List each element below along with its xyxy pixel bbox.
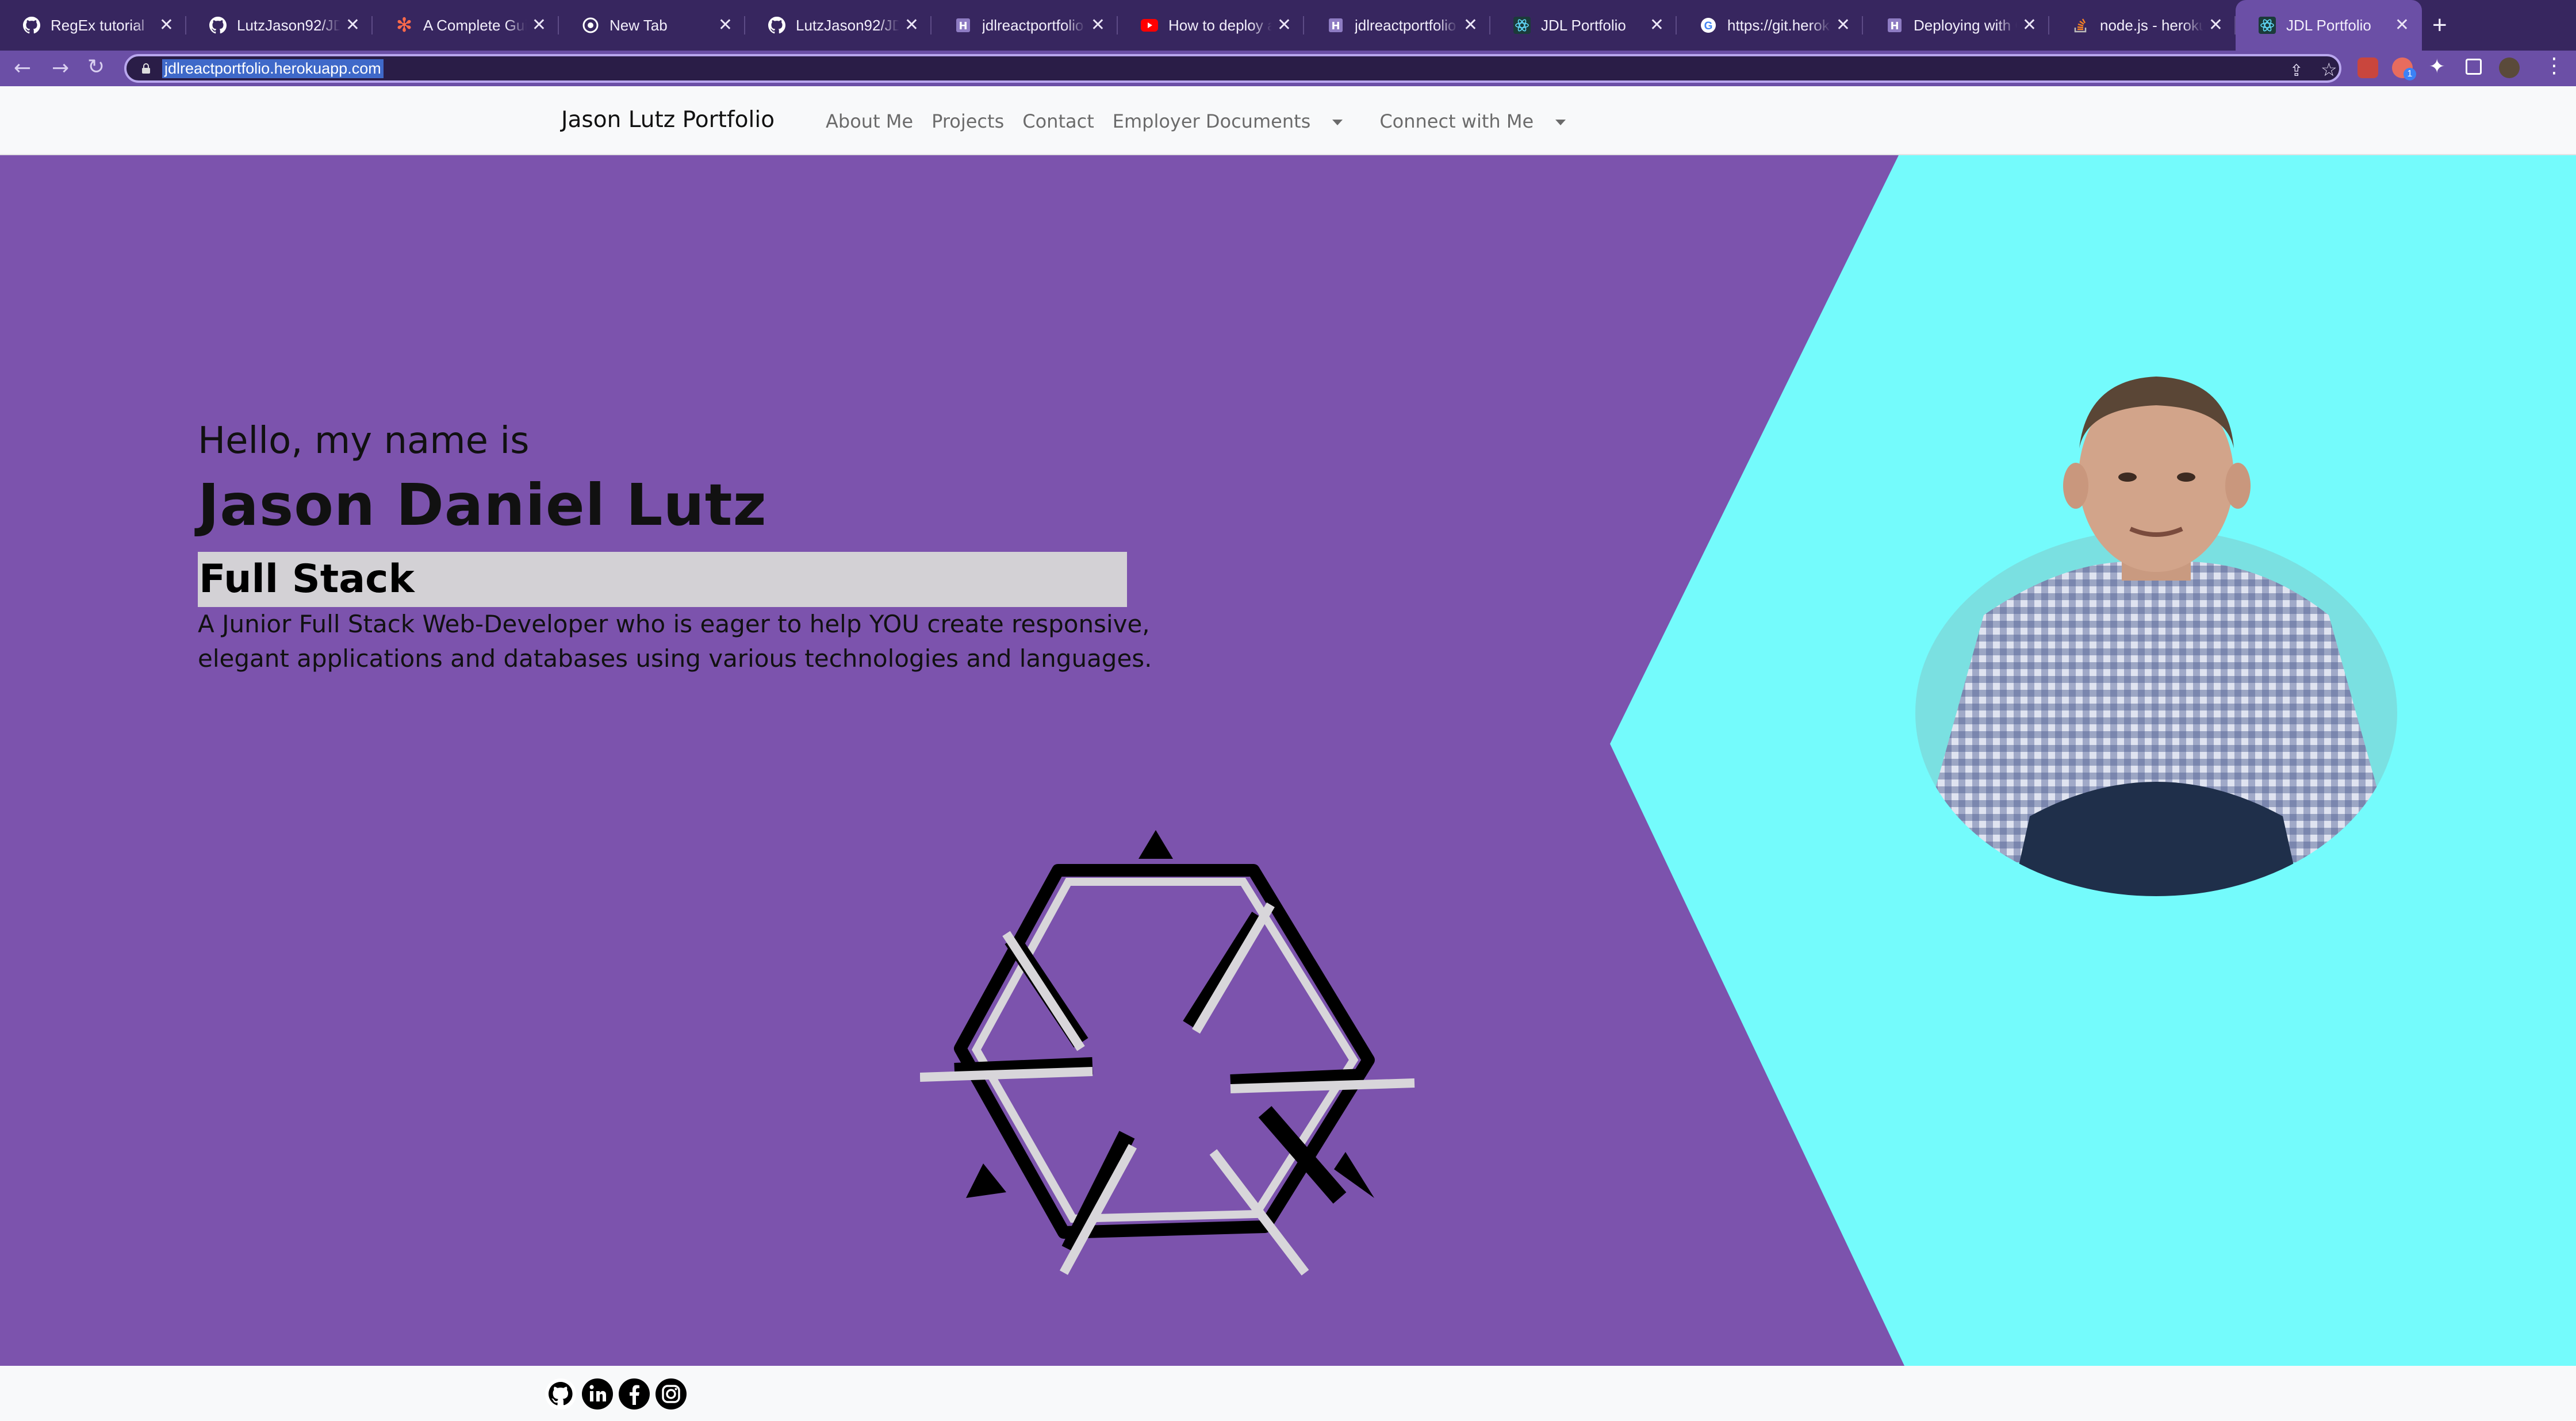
browser-tab[interactable]: ✻ A Complete Guide ✕ xyxy=(373,0,559,51)
close-icon[interactable]: ✕ xyxy=(2395,15,2409,35)
site-footer xyxy=(0,1366,2576,1421)
site-navbar: Jason Lutz Portfolio About Me Projects C… xyxy=(0,86,2576,155)
chrome-icon xyxy=(582,17,599,34)
tab-title: LutzJason92/JDL xyxy=(237,16,340,34)
role-typewriter: Full Stack xyxy=(198,552,1127,607)
tab-title: How to deploy a xyxy=(1168,16,1272,34)
svg-text:H: H xyxy=(1890,20,1899,32)
browser-tab[interactable]: JDL Portfolio ✕ xyxy=(1490,0,1677,51)
hexagon-logo xyxy=(920,830,1415,1276)
profile-photo xyxy=(1914,377,2398,897)
extension-badge: 1 xyxy=(2404,68,2416,80)
tab-title: Deploying with G xyxy=(1914,16,2017,34)
tab-title: jdlreactportfolio xyxy=(982,16,1084,34)
logo-shape xyxy=(920,830,1415,1276)
browser-tab[interactable]: H jdlreactportfolio ✕ xyxy=(931,0,1118,51)
close-icon[interactable]: ✕ xyxy=(1650,15,1664,35)
svg-text:H: H xyxy=(1331,20,1340,32)
tab-title: A Complete Guide xyxy=(423,16,527,34)
tab-title: New Tab xyxy=(610,16,668,34)
browser-toolbar: ← → ↻ jdlreactportfolio.herokuapp.com ⇪ … xyxy=(0,51,2576,86)
close-icon[interactable]: ✕ xyxy=(2022,15,2037,35)
tab-title: JDL Portfolio xyxy=(2286,16,2371,34)
nav-link-contact[interactable]: Contact xyxy=(1022,110,1094,132)
svg-text:H: H xyxy=(959,20,967,32)
caret-down-icon xyxy=(1332,120,1343,125)
stackoverflow-icon xyxy=(2072,17,2090,34)
github-icon xyxy=(23,17,40,34)
puzzle-icon[interactable]: ✦ xyxy=(2429,55,2445,78)
tab-title: LutzJason92/JDL xyxy=(796,16,899,34)
github-icon[interactable] xyxy=(544,1377,577,1411)
close-icon[interactable]: ✕ xyxy=(1091,15,1105,35)
instagram-icon[interactable] xyxy=(654,1377,688,1411)
nav-dropdown-label: Connect with Me xyxy=(1379,110,1534,132)
browser-tab[interactable]: H Deploying with G ✕ xyxy=(1863,0,2049,51)
close-icon[interactable]: ✕ xyxy=(1277,15,1291,35)
nav-dropdown-employer-documents[interactable]: Employer Documents xyxy=(1113,110,1362,132)
avatar[interactable] xyxy=(2499,57,2520,78)
google-icon: G xyxy=(1700,17,1717,34)
reload-icon[interactable]: ↻ xyxy=(87,55,105,79)
browser-tab[interactable]: node.js - heroku ✕ xyxy=(2049,0,2236,51)
browser-tab-strip: RegEx tutorial ✕ LutzJason92/JDL ✕ ✻ A C… xyxy=(0,0,2576,51)
lock-icon xyxy=(142,63,150,74)
tab-title: JDL Portfolio xyxy=(1541,16,1626,34)
tab-title: https://git.heroku xyxy=(1727,16,1831,34)
close-icon[interactable]: ✕ xyxy=(159,15,174,35)
share-icon[interactable]: ⇪ xyxy=(2290,61,2303,80)
github-icon xyxy=(768,17,785,34)
sidebar-icon[interactable] xyxy=(2466,59,2482,75)
close-icon[interactable]: ✕ xyxy=(1463,15,1478,35)
svg-text:G: G xyxy=(1704,20,1713,32)
browser-tab[interactable]: H jdlreactportfolio ✕ xyxy=(1304,0,1490,51)
browser-tab[interactable]: New Tab ✕ xyxy=(559,0,745,51)
close-icon[interactable]: ✕ xyxy=(718,15,733,35)
menu-kebab-icon[interactable]: ⋮ xyxy=(2544,54,2564,78)
greeting-text: Hello, my name is xyxy=(198,420,530,462)
browser-tab-active[interactable]: JDL Portfolio ✕ xyxy=(2236,0,2422,51)
address-bar[interactable]: jdlreactportfolio.herokuapp.com ⇪ ☆ xyxy=(124,54,2341,83)
nav-link-projects[interactable]: Projects xyxy=(931,110,1004,132)
react-icon xyxy=(2259,17,2276,34)
browser-tab[interactable]: LutzJason92/JDL ✕ xyxy=(186,0,373,51)
tab-title: node.js - heroku xyxy=(2100,16,2203,34)
browser-tab[interactable]: G https://git.heroku ✕ xyxy=(1677,0,1863,51)
browser-tab[interactable]: RegEx tutorial ✕ xyxy=(0,0,186,51)
bookmark-star-icon[interactable]: ☆ xyxy=(2321,59,2337,80)
extension-icon[interactable] xyxy=(2358,57,2378,78)
browser-tab[interactable]: LutzJason92/JDL ✕ xyxy=(745,0,931,51)
heroku-icon: H xyxy=(1327,17,1344,34)
nav-dropdown-connect[interactable]: Connect with Me xyxy=(1379,110,1584,132)
hero-bio: A Junior Full Stack Web-Developer who is… xyxy=(198,610,1152,673)
close-icon[interactable]: ✕ xyxy=(2209,15,2223,35)
close-icon[interactable]: ✕ xyxy=(904,15,919,35)
heroku-icon: H xyxy=(954,17,972,34)
close-icon[interactable]: ✕ xyxy=(346,15,360,35)
facebook-icon[interactable] xyxy=(618,1377,651,1411)
navbar-brand[interactable]: Jason Lutz Portfolio xyxy=(561,107,775,133)
hero-section: Hello, my name is Jason Daniel Lutz Full… xyxy=(0,155,2576,1366)
close-icon[interactable]: ✕ xyxy=(1836,15,1850,35)
tab-title: RegEx tutorial xyxy=(51,16,145,34)
hero-name: Jason Daniel Lutz xyxy=(198,471,767,539)
youtube-icon xyxy=(1141,17,1158,34)
caret-down-icon xyxy=(1555,120,1566,125)
new-tab-button[interactable]: + xyxy=(2432,11,2447,40)
nav-dropdown-label: Employer Documents xyxy=(1112,110,1311,132)
url-text[interactable]: jdlreactportfolio.herokuapp.com xyxy=(162,59,384,78)
asterisk-icon: ✻ xyxy=(396,14,413,36)
back-arrow-icon[interactable]: ← xyxy=(14,56,31,80)
forward-arrow-icon[interactable]: → xyxy=(52,56,69,80)
close-icon[interactable]: ✕ xyxy=(532,15,546,35)
browser-tab[interactable]: How to deploy a ✕ xyxy=(1118,0,1304,51)
react-icon xyxy=(1513,17,1531,34)
github-icon xyxy=(209,17,227,34)
nav-links: About Me Projects Contact Employer Docum… xyxy=(826,110,1603,132)
linkedin-icon[interactable] xyxy=(581,1377,614,1411)
nav-link-about[interactable]: About Me xyxy=(826,110,913,132)
tab-title: jdlreactportfolio xyxy=(1355,16,1456,34)
heroku-icon: H xyxy=(1886,17,1903,34)
